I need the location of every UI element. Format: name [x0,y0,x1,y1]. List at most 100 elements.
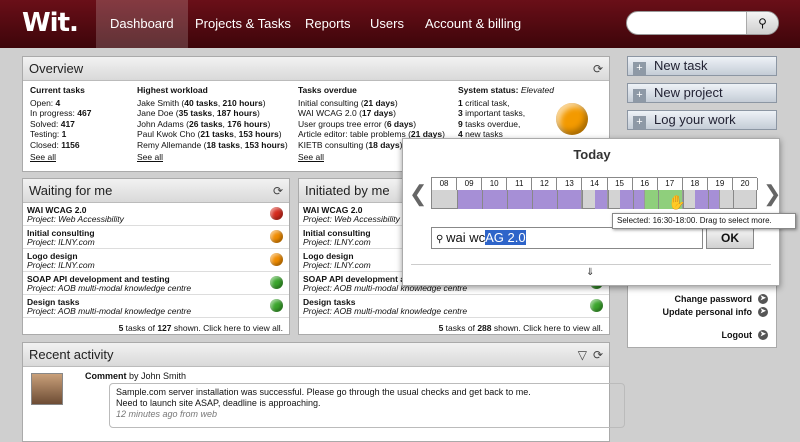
overdue-line-part: User groups tree error ( [298,118,387,129]
timeline-hour-divider [507,190,509,209]
workload-line-part: 40 tasks [184,97,218,108]
priority-dot-icon [590,299,603,312]
timeline-hour-divider [657,190,659,209]
current-see-all-link[interactable]: See all [30,152,91,163]
nav-account-billing[interactable]: Account & billing [411,0,535,48]
overdue-line: WAI WCAG 2.0 (17 days) [298,108,445,119]
nav-dashboard[interactable]: Dashboard [96,0,188,48]
log-work-button[interactable]: + Log your work [627,110,777,130]
refresh-icon[interactable]: ⟳ [593,57,603,81]
workload-line-part: ) [278,129,282,139]
system-line: 9 tasks overdue, [458,119,554,130]
workload-line-part: Paul Kwok Cho ( [137,129,201,139]
overdue-line-part: KIETB consulting ( [298,139,369,150]
task-row[interactable]: Design tasks Project: AOB multi-modal kno… [23,295,289,318]
update-personal-info-link[interactable]: Update personal info [628,306,752,319]
overdue-line: Initial consulting (21 days) [298,98,445,109]
ok-button[interactable]: OK [706,227,754,249]
overdue-line-part: WAI WCAG 2.0 ( [298,108,362,118]
task-search-input[interactable]: ⚲ wai wcAG 2.0 [431,227,703,249]
new-project-button[interactable]: + New project [627,83,777,103]
current-task-line-part: Closed: [30,139,62,150]
initiated-footer[interactable]: 5 tasks of 288 shown. Click here to view… [299,318,609,338]
arrow-right-icon: ➤ [758,307,768,317]
next-day-arrow-icon[interactable]: ❯ [763,181,781,207]
change-password-link[interactable]: Change password [628,293,752,306]
timeline-hour-label: 10 [482,178,508,190]
task-row[interactable]: Design tasks Project: AOB multi-modal kno… [299,295,609,318]
workload-line-part: ) [262,97,266,108]
plus-icon: + [633,62,646,75]
timeline-busy-segment[interactable] [595,190,608,209]
timeline-hour-label: 08 [432,178,458,190]
workload-line-part: Jane Doe ( [137,108,179,118]
overdue-line-part: ) [394,97,398,108]
refresh-icon[interactable]: ⟳ [273,179,283,203]
overview-title: Overview [29,61,84,76]
system-line-part: tasks overdue, [462,118,521,129]
timeline-hour-label: 11 [507,178,533,190]
workload-line: Jake Smith (40 tasks, 210 hours) [137,98,288,109]
task-project: Project: AOB multi-modal knowledge centr… [27,306,192,316]
overview-header: Overview ⟳ [23,57,609,81]
current-task-line-part: 1156 [61,139,80,150]
workload-line: Jane Doe (35 tasks, 187 hours) [137,108,288,119]
plus-icon: + [633,89,646,102]
timeline-hour-divider [632,190,634,209]
task-row[interactable]: Logo design Project: ILNY.com [23,249,289,272]
arrow-right-icon: ➤ [758,294,768,304]
search-icon: ⚲ [758,16,767,30]
timeline[interactable]: 08 09 10 11 12 13 14 15 16 17 18 19 20 [431,177,758,209]
workload-line-part: ) [284,139,288,150]
timeline-hour-label: 13 [557,178,583,190]
timeline-hour-divider [557,190,559,209]
priority-dot-icon [270,207,283,220]
overdue-heading: Tasks overdue [298,85,357,95]
task-row[interactable]: Initial consulting Project: ILNY.com [23,226,289,249]
workload-see-all-link[interactable]: See all [137,152,288,163]
workload-line-part: John Adams ( [137,118,189,129]
system-line-part: important tasks, [462,108,526,118]
task-row[interactable]: WAI WCAG 2.0 Project: Web Accessibility [23,203,289,226]
nav-reports[interactable]: Reports [291,0,365,48]
system-status-column: System status: Elevated 1 critical task,… [458,85,554,140]
avatar[interactable] [31,373,63,405]
timeline-hour-label: 12 [532,178,558,190]
waiting-footer[interactable]: 5 tasks of 127 shown. Click here to view… [23,318,289,338]
timeline-hour-divider [732,190,734,209]
recent-activity-panel: Recent activity ▽ ⟳ Comment by John Smith … [22,342,625,442]
workload-line: Paul Kwok Cho (21 tasks, 153 hours) [137,129,288,140]
workload-line-part: ) [267,118,271,129]
prev-day-arrow-icon[interactable]: ❮ [409,181,427,207]
comment-text-2: Need to launch site ASAP, deadline is ap… [116,398,321,408]
overdue-line-part: Article editor: table problems ( [298,129,411,139]
timeline-busy-segment[interactable] [457,190,583,209]
logo[interactable]: Wit. [22,8,79,38]
task-project: Project: AOB multi-modal knowledge centr… [303,306,468,316]
waiting-header: Waiting for me ⟳ [23,179,289,203]
overdue-line-part: ) [393,108,396,118]
search-button[interactable]: ⚲ [746,12,778,34]
current-task-line-part: In progress: [30,108,78,118]
task-row[interactable]: SOAP API development and testing Project:… [23,272,289,295]
new-task-button[interactable]: + New task [627,56,777,76]
logout-link[interactable]: Logout [628,329,753,342]
workload-line-part: 21 tasks [200,129,234,139]
refresh-icon[interactable]: ⟳ [593,343,603,367]
nav-projects-tasks[interactable]: Projects & Tasks [181,0,305,48]
workload-line-part: 35 tasks [178,108,213,118]
task-project: Project: AOB multi-modal knowledge centr… [27,283,192,293]
timeline-hour-divider [607,190,609,209]
workload-line-part: 176 hours [227,118,268,129]
current-task-line: Testing: 1 [30,129,91,140]
filter-icon[interactable]: ▽ [578,343,587,367]
timeline-hour-label: 17 [657,178,683,190]
expand-icon[interactable]: ⇓ [586,267,594,278]
overdue-line-part: Initial consulting ( [298,97,364,108]
timeline-hour-divider [482,190,484,209]
task-project: Project: Web Accessibility [27,214,124,224]
current-task-line-part: Open: [30,97,56,108]
current-task-line-part: 467 [77,108,92,118]
nav-users[interactable]: Users [356,0,418,48]
timeline-hour-label: 15 [607,178,633,190]
